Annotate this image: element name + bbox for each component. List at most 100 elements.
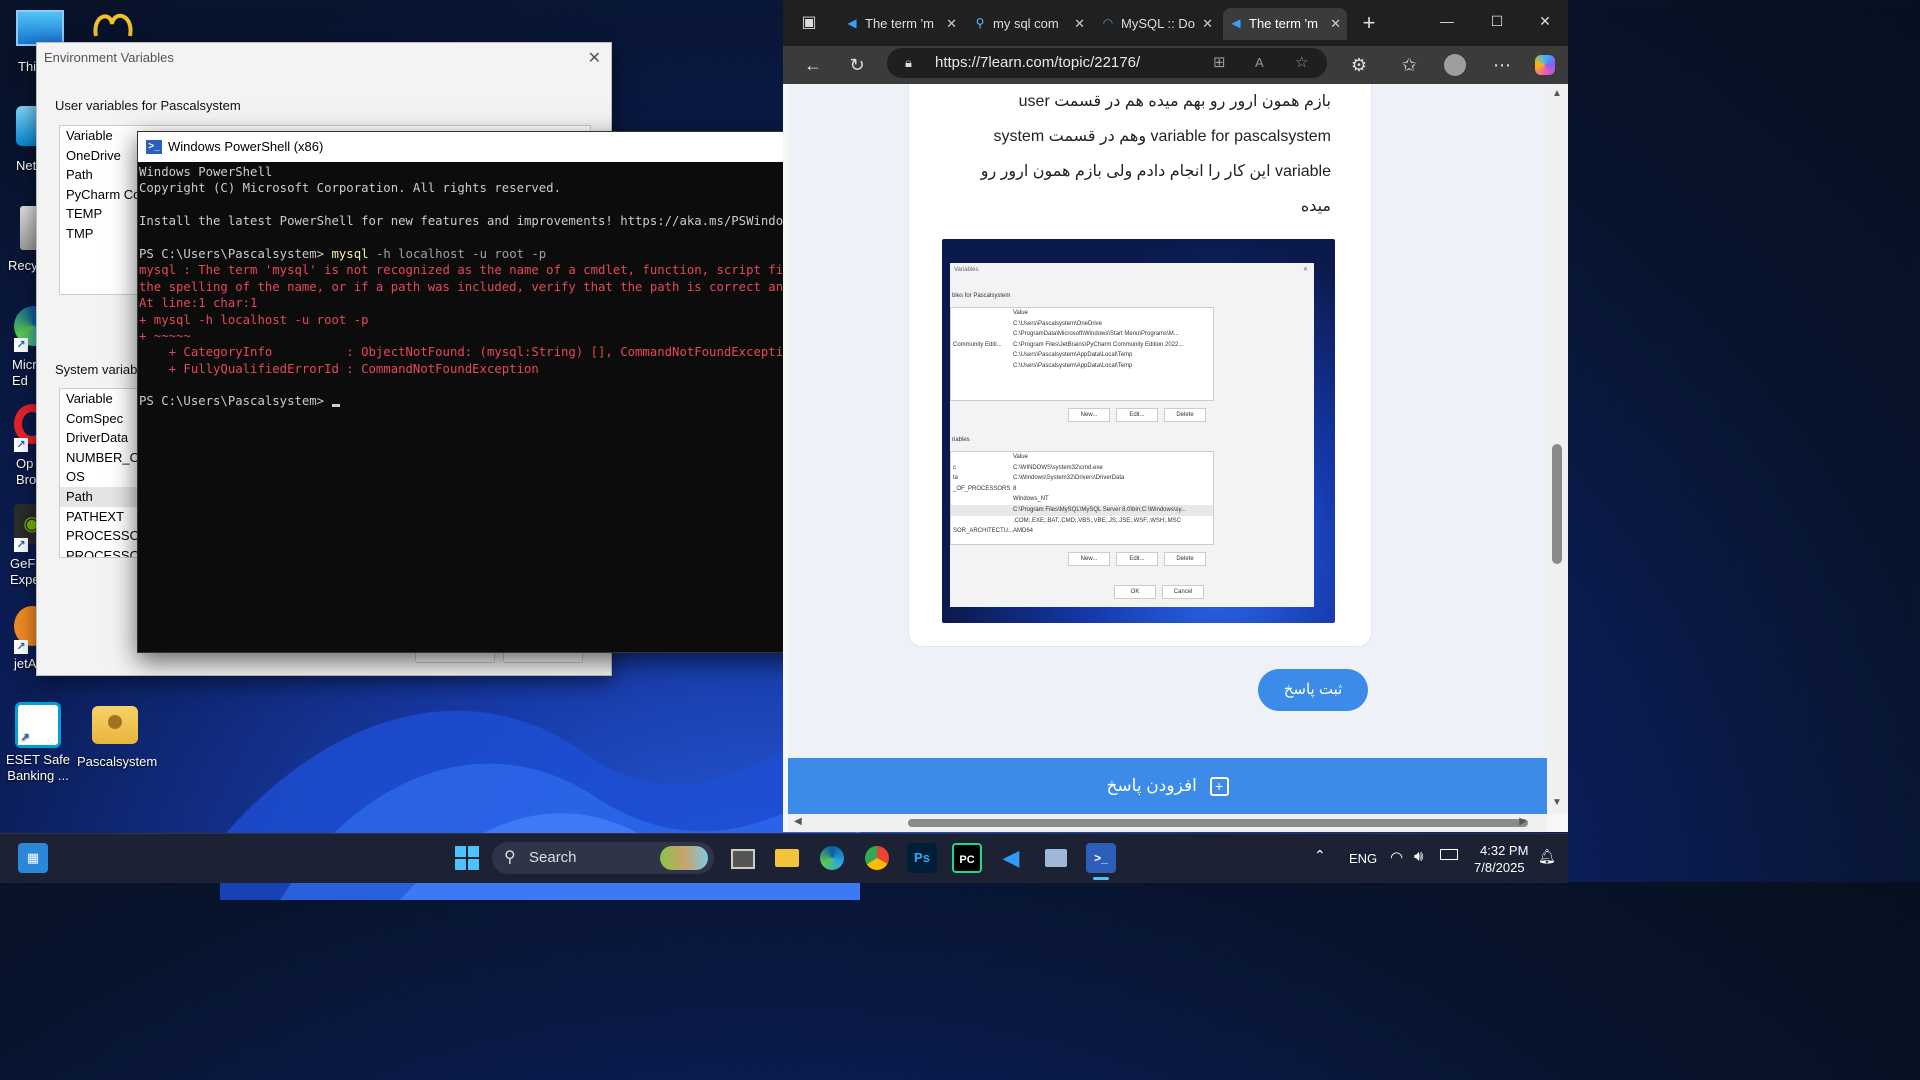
url-field[interactable]: 🔒︎ https://7learn.com/topic/22176/ ⊞ A ☆: [887, 48, 1327, 78]
start-icon[interactable]: [452, 843, 482, 873]
embedded-list-value: AMD64: [1013, 528, 1034, 535]
scrollbar-thumb[interactable]: [908, 819, 1528, 827]
embedded-user-label: bles for Pascalsystem: [952, 293, 1011, 299]
embedded-list-row: C:\Users\Pascalsystem\OneDrive: [951, 319, 1213, 330]
embedded-list-value: C:\Users\Pascalsystem\AppData\Local\Temp: [1013, 352, 1133, 359]
edge-icon[interactable]: [817, 843, 847, 873]
tab-2[interactable]: ⚲ my sql com ✕: [967, 8, 1091, 40]
vscode-icon[interactable]: ◀: [996, 843, 1026, 873]
notification-bell-icon[interactable]: 🔔︎: [1538, 848, 1556, 865]
scroll-down-icon[interactable]: ▼: [1552, 797, 1562, 808]
favorite-star-icon[interactable]: ☆: [1295, 48, 1308, 78]
embedded-edit-button: Edit...: [1116, 552, 1158, 566]
embedded-list-value: Value: [1013, 454, 1028, 460]
system-variables-label: System variable: [55, 362, 148, 377]
embedded-list-name: ta: [953, 475, 959, 482]
embedded-list-name: _OF_PROCESSORS: [953, 485, 1011, 492]
close-tab-icon[interactable]: ✕: [1330, 8, 1341, 40]
dialog-title: Environment Variables: [44, 50, 174, 65]
app-available-icon[interactable]: ⊞: [1213, 48, 1226, 78]
post-text-line: بازم همون ارور رو بهم میده هم در قسمت us…: [1018, 93, 1331, 110]
file-explorer-icon[interactable]: [772, 843, 802, 873]
embedded-screenshot[interactable]: Variables ✕ bles for Pascalsystem Value C…: [942, 239, 1335, 623]
read-aloud-icon[interactable]: A: [1255, 48, 1264, 78]
taskbar-search[interactable]: ⚲ Search: [492, 842, 714, 874]
edge-browser-window: ▣ ◀ The term 'm ✕ ⚲ my sql com ✕ ◠ MySQL…: [783, 0, 1568, 832]
close-icon[interactable]: ✕: [588, 48, 601, 68]
scroll-up-icon[interactable]: ▲: [1552, 88, 1562, 99]
battery-icon[interactable]: [1440, 849, 1458, 860]
embedded-delete-button: Delete: [1164, 552, 1206, 566]
clock-time[interactable]: 4:32 PM: [1480, 843, 1528, 858]
page-horizontal-scrollbar[interactable]: ◀ ▶: [788, 814, 1547, 832]
refresh-icon[interactable]: ↻: [843, 52, 871, 78]
embedded-list-value: C:\ProgramData\Microsoft\Windows\Start M…: [1013, 331, 1179, 338]
photoshop-icon[interactable]: Ps: [907, 843, 937, 873]
answer-card: بازم همون ارور رو بهم میده هم در قسمت us…: [908, 84, 1372, 647]
desktop-icon-eset[interactable]: ↗ ESET Safe Banking ...: [0, 702, 76, 784]
tab-actions-icon[interactable]: ▣: [795, 10, 823, 36]
embedded-system-label: riables: [952, 437, 970, 443]
embedded-edit-button: Edit...: [1116, 408, 1158, 422]
search-icon: ⚲: [975, 16, 985, 30]
submit-answer-button[interactable]: ثبت پاسخ: [1258, 669, 1368, 711]
tab-label: my sql com: [993, 16, 1059, 31]
close-tab-icon[interactable]: ✕: [1202, 8, 1213, 40]
console-command: mysql: [331, 246, 369, 261]
minimize-icon[interactable]: —: [1433, 8, 1461, 34]
scrollbar-thumb[interactable]: [1552, 444, 1562, 564]
back-icon[interactable]: ←: [799, 52, 827, 78]
vscode-icon: ◀: [847, 16, 857, 30]
embedded-system-list: Value c C:\WINDOWS\system32\cmd.exe ta C:\Wi…: [950, 451, 1214, 545]
favorites-icon[interactable]: ✩: [1395, 52, 1423, 78]
embedded-list-row: C:\Users\Pascalsystem\AppData\Local\Temp: [951, 361, 1213, 372]
close-tab-icon[interactable]: ✕: [1074, 8, 1085, 40]
network-app-icon[interactable]: [1041, 843, 1071, 873]
more-menu-icon[interactable]: ⋯: [1488, 52, 1516, 78]
desktop-icon-label: Net: [16, 158, 37, 173]
embedded-list-value: C:\WINDOWS\system32\cmd.exe: [1013, 464, 1103, 471]
desktop-icon-pascalsystem-folder[interactable]: Pascalsystem: [77, 706, 158, 770]
widgets-icon[interactable]: ▦: [18, 843, 48, 873]
tab-1[interactable]: ◀ The term 'm ✕: [839, 8, 963, 40]
powershell-taskbar-icon[interactable]: >_: [1086, 843, 1116, 873]
add-answer-button[interactable]: افزودن پاسخ +: [788, 758, 1547, 814]
embedded-list-row: Value: [951, 308, 1213, 319]
task-view-icon[interactable]: [728, 843, 758, 873]
scroll-right-icon[interactable]: ▶: [1519, 816, 1527, 827]
tab-label: The term 'm: [1249, 16, 1318, 31]
tab-4-active[interactable]: ◀ The term 'm ✕: [1223, 8, 1347, 40]
extensions-icon[interactable]: ⚙: [1345, 52, 1373, 78]
shortcut-arrow-icon: ↗: [18, 731, 32, 745]
copilot-icon[interactable]: [1531, 52, 1559, 78]
taskbar: ▦ ⚲ Search Ps PC ◀ >_ ⌃ ENG ◠ 🔊︎ 4:32 PM…: [0, 833, 1568, 883]
embedded-list-row: .COM;.EXE;.BAT;.CMD;.VBS;.VBE;.JS;.JSE;.…: [951, 516, 1213, 527]
wifi-icon[interactable]: ◠: [1390, 848, 1403, 866]
window-title: Windows PowerShell (x86): [168, 139, 324, 154]
language-indicator[interactable]: ENG: [1349, 851, 1377, 866]
embedded-list-value: C:\Users\Pascalsystem\OneDrive: [1013, 320, 1103, 327]
embedded-list-row: Windows_NT: [951, 494, 1213, 505]
console-text: Windows PowerShell: [139, 165, 273, 179]
volume-icon[interactable]: 🔊︎: [1414, 848, 1423, 865]
embedded-env-dialog: Variables ✕ bles for Pascalsystem Value C…: [950, 263, 1314, 607]
desktop-icon-label: Pascalsystem: [77, 754, 158, 769]
profile-avatar-icon[interactable]: [1441, 52, 1469, 78]
embedded-close-icon: ✕: [1302, 267, 1308, 273]
page-vertical-scrollbar[interactable]: ▲ ▼: [1547, 84, 1568, 814]
embedded-list-value: C:\Windows\System32\Drivers\DriverData: [1013, 475, 1125, 482]
close-icon[interactable]: ✕: [1531, 8, 1559, 34]
new-tab-icon[interactable]: +: [1355, 10, 1383, 36]
shortcut-arrow-icon: ↗: [14, 640, 28, 654]
maximize-icon[interactable]: ☐: [1483, 8, 1511, 34]
vscode-icon: ◀: [1231, 16, 1241, 30]
close-tab-icon[interactable]: ✕: [946, 8, 957, 40]
clock-date[interactable]: 7/8/2025: [1474, 860, 1525, 875]
chrome-icon[interactable]: [862, 843, 892, 873]
pycharm-icon[interactable]: PC: [952, 843, 982, 873]
embedded-list-row: SOR_ARCHITECTU... AMD64: [951, 526, 1213, 537]
active-app-indicator: [1093, 877, 1109, 880]
show-hidden-icons-icon[interactable]: ⌃: [1314, 847, 1326, 864]
scroll-left-icon[interactable]: ◀: [794, 816, 802, 827]
tab-3[interactable]: ◠ MySQL :: Do ✕: [1095, 8, 1219, 40]
